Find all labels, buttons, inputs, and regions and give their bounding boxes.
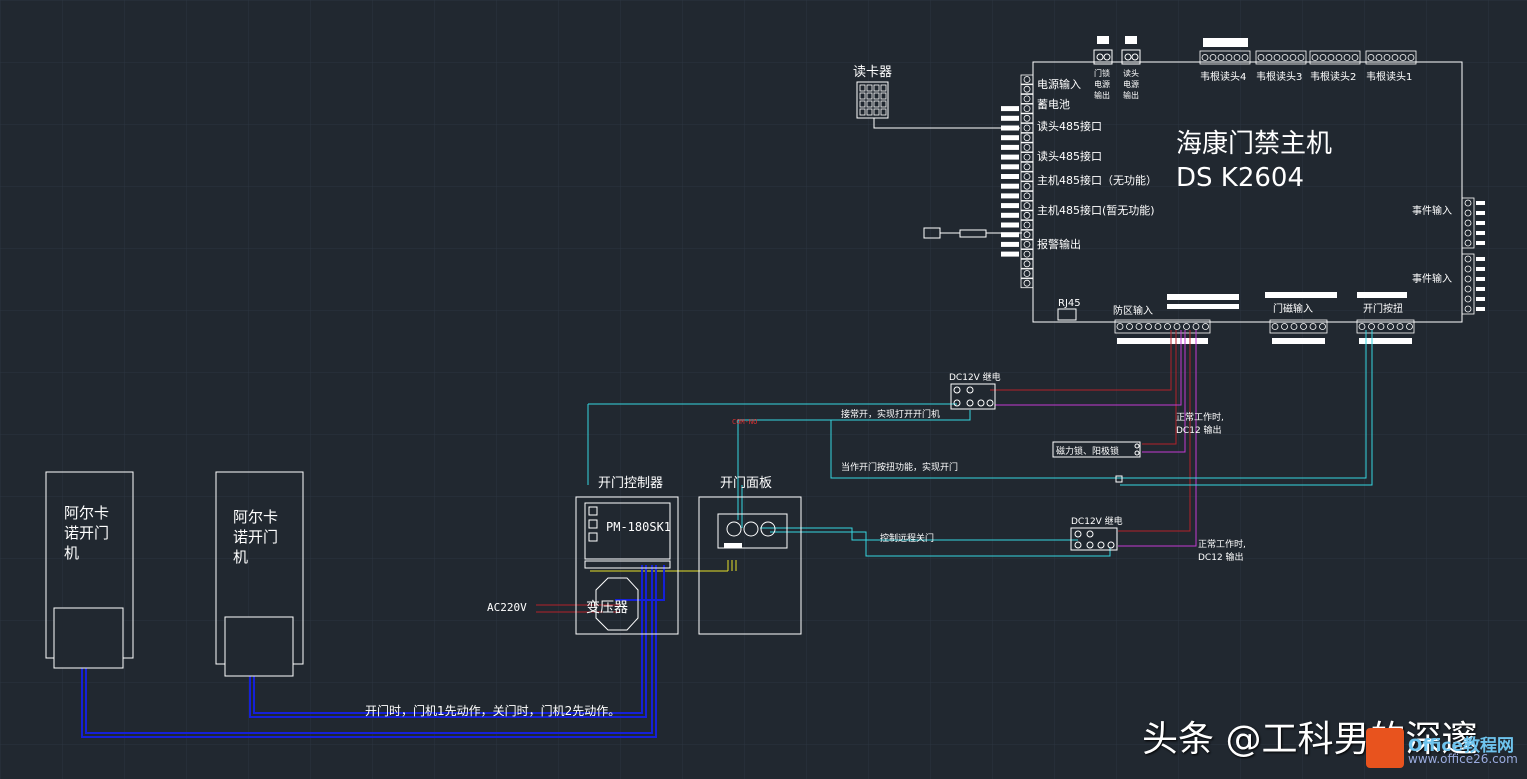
note-remote-close: 控制远程关门 bbox=[880, 532, 934, 544]
office-logo-icon bbox=[1366, 728, 1404, 768]
note-sequence: 开门时，门机1先动作，关门时，门机2先动作。 bbox=[365, 703, 620, 718]
rj45-label: RJ45 bbox=[1058, 298, 1081, 309]
svg-text:诺开门: 诺开门 bbox=[233, 528, 278, 546]
main-unit-title: 海康门禁主机 bbox=[1176, 129, 1332, 159]
port-battery: 蓄电池 bbox=[1037, 98, 1070, 111]
ac-input-label: AC220V bbox=[487, 601, 527, 614]
port-power-input: 电源输入 bbox=[1037, 77, 1081, 91]
brand-url: www.office26.com bbox=[1408, 752, 1518, 766]
card-reader-title: 读卡器 bbox=[853, 65, 892, 80]
main-unit-model: DS K2604 bbox=[1176, 163, 1304, 193]
relay-1-title: DC12V 继电 bbox=[949, 371, 1001, 383]
svg-text:输出: 输出 bbox=[1123, 90, 1139, 100]
wiegand-reader-3: 韦根读头3 bbox=[1256, 70, 1302, 83]
magnetic-lock-label: 磁力锁、阳极锁 bbox=[1056, 445, 1119, 457]
port-alarm-output: 报警输出 bbox=[1037, 237, 1081, 251]
panel-title: 开门面板 bbox=[720, 476, 772, 491]
svg-text:阿尔卡: 阿尔卡 bbox=[64, 504, 109, 522]
relay-1-note-2: DC12 输出 bbox=[1176, 424, 1222, 436]
wiegand-reader-2: 韦根读头2 bbox=[1310, 70, 1356, 83]
port-reader-485-b: 读头485接口 bbox=[1037, 149, 1102, 163]
svg-text:机: 机 bbox=[233, 548, 248, 566]
relay-1-note-1: 正常工作时, bbox=[1176, 411, 1224, 423]
wiegand-reader-1: 韦根读头1 bbox=[1366, 70, 1412, 83]
relay-2-note-1: 正常工作时, bbox=[1198, 538, 1246, 550]
wiegand-reader-4: 韦根读头4 bbox=[1200, 70, 1246, 83]
note-open-gate: 接常开，实现打开开门机 bbox=[841, 408, 940, 420]
zone-input: 防区输入 bbox=[1113, 304, 1153, 317]
relay-2-title: DC12V 继电 bbox=[1071, 515, 1123, 527]
controller-model: PM-180SK1 bbox=[606, 520, 671, 534]
controller-title: 开门控制器 bbox=[598, 476, 663, 491]
port-host-485-b: 主机485接口(暂无功能) bbox=[1037, 203, 1155, 217]
port-host-485-a: 主机485接口（无功能） bbox=[1037, 173, 1157, 187]
svg-text:机: 机 bbox=[64, 544, 79, 562]
svg-text:门锁: 门锁 bbox=[1094, 68, 1110, 78]
exit-button-input: 开门按扭 bbox=[1363, 302, 1403, 315]
transformer-label: 变压器 bbox=[586, 600, 628, 616]
port-reader-485-a: 读头485接口 bbox=[1037, 119, 1102, 133]
wiring-diagram: 读卡器 海康门禁主机 DS K2604 电源输入 蓄电池 读头485接口 读头4… bbox=[0, 0, 1527, 779]
svg-text:电源: 电源 bbox=[1123, 79, 1139, 89]
svg-text:读头: 读头 bbox=[1123, 68, 1139, 78]
note-com-no: COM-NO bbox=[732, 418, 757, 426]
note-button-function: 当作开门按扭功能，实现开门 bbox=[841, 461, 958, 473]
svg-text:阿尔卡: 阿尔卡 bbox=[233, 508, 278, 526]
svg-text:电源: 电源 bbox=[1094, 79, 1110, 89]
event-input-1: 事件输入 bbox=[1412, 204, 1452, 217]
relay-2-note-2: DC12 输出 bbox=[1198, 551, 1244, 563]
svg-text:输出: 输出 bbox=[1094, 90, 1110, 100]
svg-text:诺开门: 诺开门 bbox=[64, 524, 109, 542]
door-contact-input: 门磁输入 bbox=[1273, 302, 1313, 315]
event-input-2: 事件输入 bbox=[1412, 272, 1452, 285]
